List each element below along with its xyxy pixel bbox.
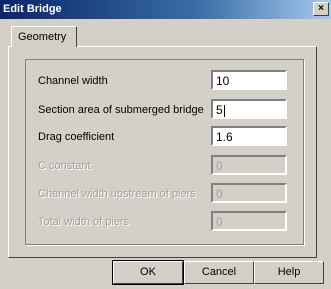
pier-width-value: 0 [216,215,223,229]
pier-width-label: Total width of piers [38,216,130,228]
pier-width-input: 0 [211,211,287,231]
text-caret [223,104,225,117]
c-constant-label: C constant [38,160,91,172]
cancel-button[interactable]: Cancel [184,261,254,284]
upstream-width-value: 0 [216,187,223,201]
title-bar[interactable]: Edit Bridge × [0,0,331,19]
section-area-value: 5 [216,103,223,117]
upstream-width-label: Channel width upstream of piers [38,188,196,200]
section-area-input[interactable]: 5 [211,99,287,119]
c-constant-value: 0 [216,159,223,173]
upstream-width-input: 0 [211,183,287,203]
close-icon: × [318,3,324,14]
window-title: Edit Bridge [3,3,62,15]
channel-width-value: 10 [216,74,230,88]
close-button[interactable]: × [313,2,329,16]
drag-coefficient-label: Drag coefficient [38,131,115,143]
c-constant-input: 0 [211,155,287,175]
section-area-label: Section area of submerged bridge [38,104,204,116]
ok-button[interactable]: OK [112,260,184,285]
tab-geometry-label: Geometry [18,31,67,43]
drag-coefficient-value: 1.6 [216,130,233,144]
channel-width-label: Channel width [38,75,108,87]
channel-width-input[interactable]: 10 [211,70,287,90]
tab-geometry[interactable]: Geometry [11,26,77,47]
drag-coefficient-input[interactable]: 1.6 [211,126,287,146]
help-button[interactable]: Help [254,261,324,284]
